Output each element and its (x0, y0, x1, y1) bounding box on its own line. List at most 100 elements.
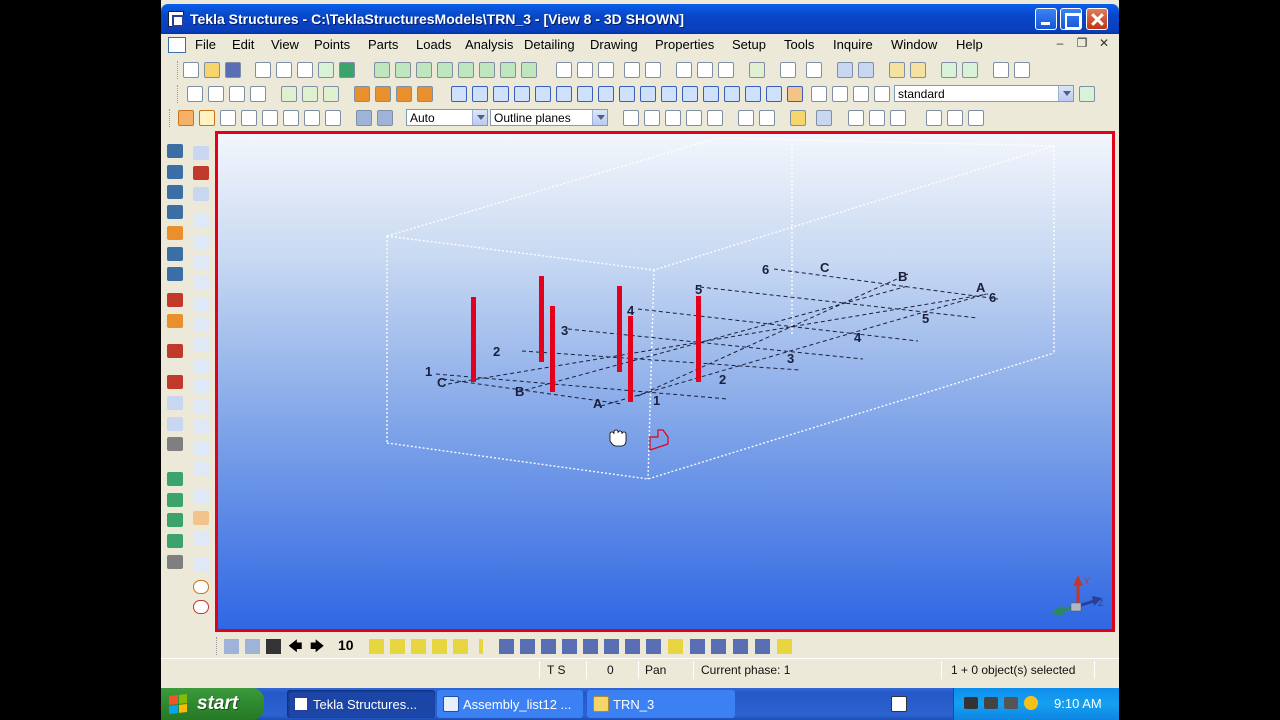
snap-tool-icon[interactable] (707, 110, 723, 126)
grid-select-2-icon[interactable] (302, 86, 318, 102)
beam-icon[interactable] (167, 144, 183, 158)
model-canvas[interactable]: 1 2 3 4 5 6 C B A 1 2 3 4 5 6 C B A Y Z (218, 134, 1112, 629)
undo-icon[interactable] (947, 110, 963, 126)
select-reinforcing-icon[interactable] (661, 86, 677, 102)
step-number[interactable]: 10 (338, 637, 360, 653)
chevron-down-icon[interactable] (592, 110, 607, 125)
edit-tool-2-icon[interactable] (390, 639, 405, 654)
part-2-icon[interactable] (375, 86, 391, 102)
point-ext-icon[interactable] (193, 235, 209, 249)
menu-window[interactable]: Window (891, 37, 937, 52)
menu-edit[interactable]: Edit (232, 37, 254, 52)
paste-icon[interactable] (297, 62, 313, 78)
part-icon[interactable] (354, 86, 370, 102)
toolbar-grip[interactable] (216, 637, 219, 655)
grid-icon[interactable] (193, 146, 209, 160)
orthogonal-beam-icon[interactable] (167, 226, 183, 240)
selection-filter-combo[interactable]: standard (894, 85, 1074, 102)
dim-2-icon[interactable] (520, 639, 535, 654)
chevron-down-icon[interactable] (472, 110, 487, 125)
select-assembly-icon[interactable] (766, 86, 782, 102)
rotate-view-icon[interactable] (193, 600, 209, 614)
select-plane-icon[interactable] (703, 86, 719, 102)
snap-any-icon[interactable] (325, 110, 341, 126)
edit-tool-1-icon[interactable] (369, 639, 384, 654)
mdi-minimize-icon[interactable]: – (1052, 36, 1068, 50)
open-icon[interactable] (204, 62, 220, 78)
display-icon[interactable] (1004, 697, 1018, 709)
point-mid-icon[interactable] (193, 276, 209, 290)
dim-9-icon[interactable] (668, 639, 683, 654)
weld-icon[interactable] (167, 493, 183, 507)
column-2[interactable] (539, 276, 544, 362)
curved-beam-icon[interactable] (167, 205, 183, 219)
fitting-icon[interactable] (167, 534, 183, 548)
point-plane-icon[interactable] (193, 379, 209, 393)
copy-icon[interactable] (276, 62, 292, 78)
tile-icon[interactable] (676, 62, 692, 78)
select-points-icon[interactable] (493, 86, 509, 102)
rotate-icon[interactable] (193, 580, 209, 594)
part-4-icon[interactable] (417, 86, 433, 102)
dim-6-icon[interactable] (604, 639, 619, 654)
point-arc-icon[interactable] (193, 317, 209, 331)
window-c-icon[interactable] (229, 86, 245, 102)
dim-14-icon[interactable] (777, 639, 792, 654)
dim-4-icon[interactable] (562, 639, 577, 654)
redo-icon[interactable] (968, 110, 984, 126)
concrete-beam-icon[interactable] (167, 375, 183, 389)
window-a-icon[interactable] (187, 86, 203, 102)
zoom-in-icon[interactable] (556, 62, 572, 78)
pointer-icon[interactable] (926, 110, 942, 126)
toolbar-grip[interactable] (177, 85, 180, 103)
snap-depth-combo[interactable]: Auto (406, 109, 488, 126)
select-all-icon[interactable] (451, 86, 467, 102)
save-icon[interactable] (225, 62, 241, 78)
select-gridlines-icon[interactable] (535, 86, 551, 102)
measure-angle-icon[interactable] (193, 511, 209, 525)
column-5[interactable] (628, 316, 633, 402)
column-icon[interactable] (167, 165, 183, 179)
menu-file[interactable]: File (195, 37, 216, 52)
menu-detailing[interactable]: Detailing (524, 37, 575, 52)
select-tool-2-icon[interactable] (395, 62, 411, 78)
menu-points[interactable]: Points (314, 37, 350, 52)
zoom-original-icon[interactable] (645, 62, 661, 78)
point-projection-icon[interactable] (193, 441, 209, 455)
edit-a-icon[interactable] (738, 110, 754, 126)
dim-8-icon[interactable] (646, 639, 661, 654)
grid-select-icon[interactable] (281, 86, 297, 102)
workplane-2-icon[interactable] (644, 110, 660, 126)
column-4[interactable] (617, 286, 622, 372)
arrange-icon[interactable] (718, 62, 734, 78)
query-icon[interactable] (816, 110, 832, 126)
filter-settings-icon[interactable] (1079, 86, 1095, 102)
measure-distance-icon[interactable] (193, 558, 209, 572)
measure-arc-icon[interactable] (193, 532, 209, 546)
snap-extension-icon[interactable] (304, 110, 320, 126)
column-3[interactable] (550, 306, 555, 392)
view-c-icon[interactable] (890, 110, 906, 126)
start-button[interactable]: start (161, 688, 264, 720)
view-list-icon[interactable] (806, 62, 822, 78)
grid-select-3-icon[interactable] (323, 86, 339, 102)
snap-center-icon[interactable] (220, 110, 236, 126)
select-3-icon[interactable] (853, 86, 869, 102)
snap-geometry-icon[interactable] (199, 110, 215, 126)
point-circle-2-icon[interactable] (193, 420, 209, 434)
select-bolts-icon[interactable] (619, 86, 635, 102)
snap-override-icon[interactable] (356, 110, 372, 126)
dim-11-icon[interactable] (711, 639, 726, 654)
dim-3-icon[interactable] (541, 639, 556, 654)
new-icon[interactable] (183, 62, 199, 78)
window-d-icon[interactable] (250, 86, 266, 102)
minimize-button[interactable] (1035, 8, 1057, 30)
layout-icon[interactable] (255, 62, 271, 78)
edit-tool-3-icon[interactable] (411, 639, 426, 654)
select-tool-5-icon[interactable] (458, 62, 474, 78)
network-icon[interactable] (964, 697, 978, 709)
document-icon[interactable] (168, 37, 186, 53)
select-parts-icon[interactable] (472, 86, 488, 102)
select-surface-icon[interactable] (682, 86, 698, 102)
concrete-column-icon[interactable] (167, 344, 183, 358)
